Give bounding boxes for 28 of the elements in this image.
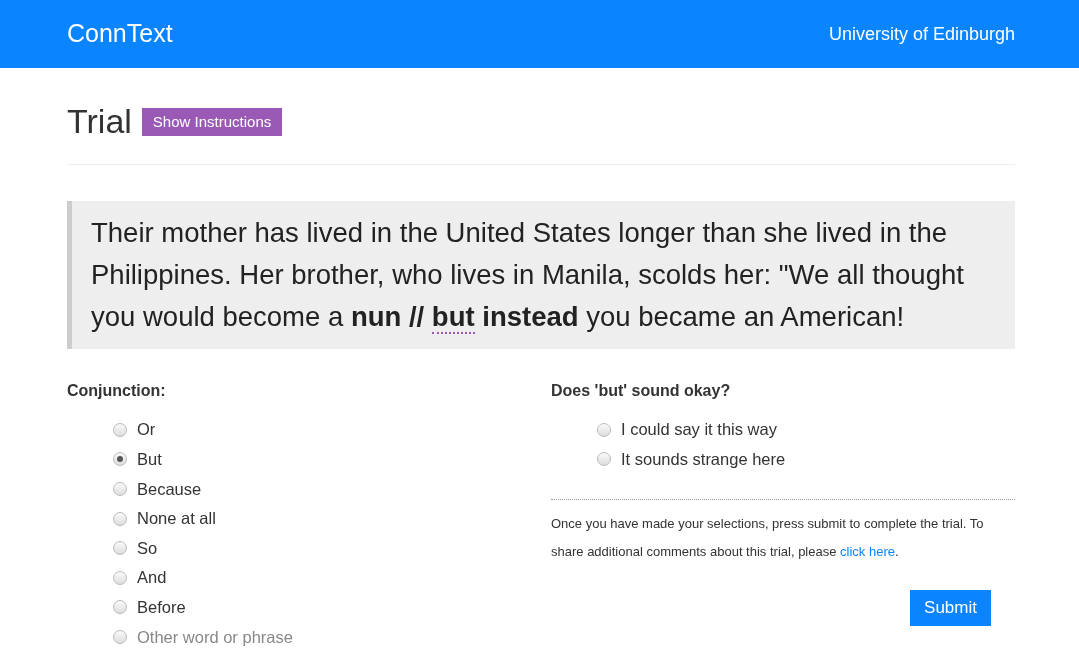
university-link[interactable]: University of Edinburgh: [828, 20, 1015, 48]
passage-text: Their mother has lived in the United States longer than she lived in the Philippines. Her brother, who lives in Manila, scolds her: "We all thought you would become a nun // but instead you became an American!: [91, 216, 965, 336]
radio-button[interactable]: [113, 600, 127, 615]
radio-button[interactable]: [597, 452, 611, 467]
radio-button[interactable]: [113, 482, 127, 496]
submit-button[interactable]: Submit: [910, 590, 991, 627]
radio-option[interactable]: It sounds strange here: [597, 444, 786, 475]
radio-button[interactable]: [113, 422, 127, 437]
radio-button[interactable]: [113, 511, 127, 526]
radio-button[interactable]: [597, 422, 611, 437]
radio-option[interactable]: Because: [113, 474, 202, 504]
instructions-text: Once you have made your selections, press submit to complete the trial. To share additional comments about this trial, please click here.: [551, 515, 985, 562]
radio-button[interactable]: [113, 541, 127, 556]
radio-option[interactable]: I could say it this way: [597, 415, 777, 445]
radio-button[interactable]: [113, 570, 127, 585]
brand-link[interactable]: ConnText: [67, 15, 173, 53]
click-here-link[interactable]: click here: [840, 544, 895, 560]
radio-button[interactable]: [113, 452, 127, 467]
radio-option[interactable]: Or: [113, 415, 156, 445]
question-label: Does 'but' sound okay?: [551, 381, 732, 401]
conjunction-label: Conjunction:: [67, 381, 167, 401]
show-instructions-button[interactable]: Show Instructions: [141, 108, 283, 136]
radio-option[interactable]: But: [113, 444, 162, 475]
radio-option[interactable]: And: [113, 562, 167, 593]
radio-option[interactable]: None at all: [113, 503, 216, 534]
radio-option[interactable]: Before: [113, 592, 186, 623]
radio-option[interactable]: So: [113, 533, 158, 563]
page-title: Trial: [67, 104, 132, 138]
